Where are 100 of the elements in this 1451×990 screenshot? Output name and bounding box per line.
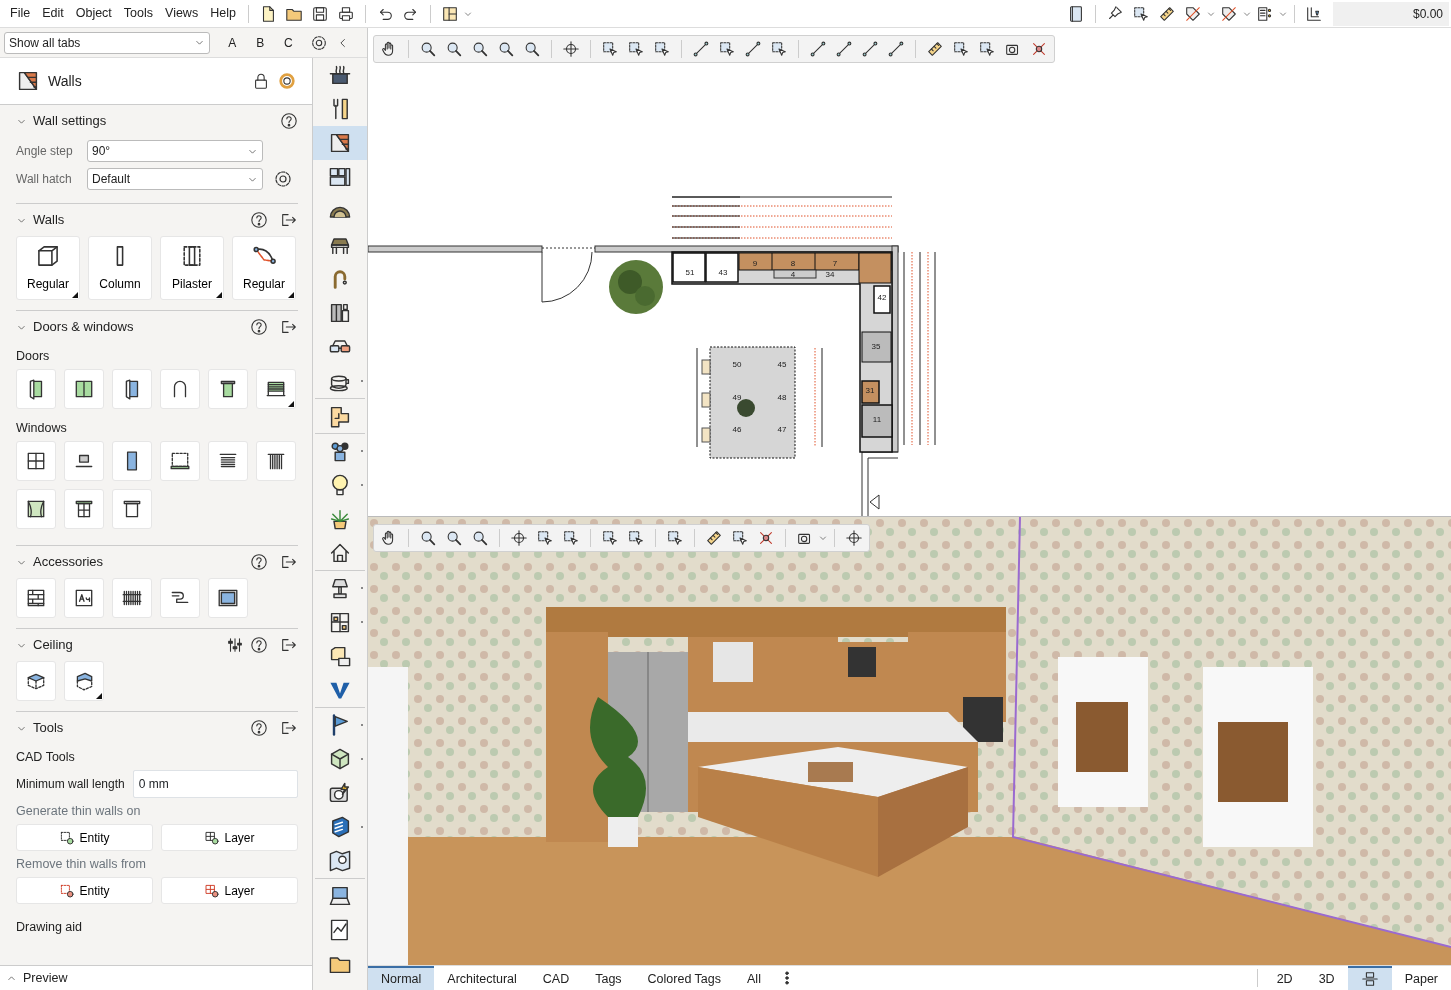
zoom-icon[interactable] xyxy=(471,529,489,547)
arch-button[interactable] xyxy=(160,369,200,409)
line-icon[interactable] xyxy=(887,40,905,58)
selection-icon[interactable] xyxy=(601,529,619,547)
zoom-icon[interactable] xyxy=(445,40,463,58)
wall-tool-button[interactable]: Regular xyxy=(16,236,80,300)
menu-item[interactable]: Tools xyxy=(117,4,160,23)
export-icon[interactable] xyxy=(280,318,298,336)
text-button[interactable] xyxy=(64,578,104,618)
text-input[interactable]: 0 mm xyxy=(132,770,298,798)
section-title[interactable]: Doors & windows xyxy=(33,317,244,337)
list-icon[interactable] xyxy=(1256,4,1274,23)
sliders-icon[interactable] xyxy=(226,636,244,654)
brick-grid-button[interactable] xyxy=(16,578,56,618)
vertical-blind-button[interactable] xyxy=(256,441,296,481)
view-mode-tab[interactable]: 2D xyxy=(1263,965,1306,990)
zoom-icon[interactable] xyxy=(419,40,437,58)
picture-button[interactable] xyxy=(208,578,248,618)
garage-door-button[interactable] xyxy=(256,369,296,409)
picture-window-button[interactable] xyxy=(64,441,104,481)
layout-icon[interactable] xyxy=(440,4,459,23)
menu-item[interactable]: Help xyxy=(204,4,242,23)
blind-button[interactable] xyxy=(208,441,248,481)
zoom-icon[interactable] xyxy=(445,529,463,547)
ruler-icon[interactable] xyxy=(1158,4,1176,23)
export-icon[interactable] xyxy=(280,636,298,654)
tag-icon[interactable] xyxy=(1184,4,1202,23)
view-tab[interactable]: Tags xyxy=(582,965,635,990)
ruler-icon[interactable] xyxy=(926,40,944,58)
lock-icon[interactable] xyxy=(252,72,270,90)
filter-button[interactable]: B xyxy=(246,33,275,52)
selection-icon[interactable] xyxy=(653,40,671,58)
help-icon[interactable] xyxy=(250,719,268,737)
bay-window-button[interactable] xyxy=(160,441,200,481)
section-marker-icon[interactable] xyxy=(869,494,880,510)
crosshair-icon[interactable] xyxy=(845,529,863,547)
settings-icon[interactable] xyxy=(309,33,328,52)
view-tab[interactable]: CAD xyxy=(529,965,583,990)
menu-item[interactable]: File xyxy=(4,4,37,23)
view-tab[interactable]: Normal xyxy=(368,965,435,990)
frame-button[interactable] xyxy=(112,489,152,529)
color-ring-icon[interactable] xyxy=(278,72,296,90)
view-tab[interactable]: Colored Tags xyxy=(634,965,735,990)
preview-toggle[interactable]: Preview xyxy=(23,968,68,988)
cross-icon[interactable] xyxy=(757,529,775,547)
export-icon[interactable] xyxy=(280,553,298,571)
double-door-button[interactable] xyxy=(64,369,104,409)
line-icon[interactable] xyxy=(861,40,879,58)
selection-icon[interactable] xyxy=(666,529,684,547)
view-tab[interactable]: Architectural xyxy=(434,965,530,990)
glass-door-button[interactable] xyxy=(112,369,152,409)
settings-icon[interactable] xyxy=(273,169,293,189)
export-icon[interactable] xyxy=(280,719,298,737)
selection-icon[interactable] xyxy=(627,40,645,58)
help-icon[interactable] xyxy=(250,211,268,229)
ceiling-button[interactable] xyxy=(16,661,56,701)
selection-icon[interactable] xyxy=(627,529,645,547)
framed-door-button[interactable] xyxy=(208,369,248,409)
selection-icon[interactable] xyxy=(562,529,580,547)
dropdown-field[interactable]: Default xyxy=(87,168,263,190)
cross-icon[interactable] xyxy=(1030,40,1048,58)
zoom-icon[interactable] xyxy=(419,529,437,547)
view-mode-tab[interactable]: Paper xyxy=(1391,965,1451,990)
zoom-icon[interactable] xyxy=(497,40,515,58)
glass-panel-button[interactable] xyxy=(112,441,152,481)
filter-button[interactable]: A xyxy=(218,33,247,52)
help-icon[interactable] xyxy=(250,636,268,654)
layer-button[interactable]: Layer xyxy=(161,877,298,904)
filter-button[interactable]: C xyxy=(274,33,303,52)
menu-item[interactable]: Object xyxy=(69,4,118,23)
section-title[interactable]: Tools xyxy=(33,718,244,738)
selection-icon[interactable] xyxy=(731,529,749,547)
line-icon[interactable] xyxy=(744,40,762,58)
entity-button[interactable]: Entity xyxy=(16,877,153,904)
layer-button[interactable]: Layer xyxy=(161,824,298,851)
flask-icon[interactable] xyxy=(1305,4,1323,23)
wall-tool-button[interactable]: Pilaster xyxy=(160,236,224,300)
entity-button[interactable]: Entity xyxy=(16,824,153,851)
line-icon[interactable] xyxy=(692,40,710,58)
split-view-tab[interactable] xyxy=(1347,965,1392,990)
zoom-icon[interactable] xyxy=(523,40,541,58)
tab-filter-dropdown[interactable]: Show all tabs xyxy=(4,31,211,54)
selection-icon[interactable] xyxy=(718,40,736,58)
view-tab[interactable]: All xyxy=(734,965,774,990)
menu-item[interactable]: Views xyxy=(159,4,205,23)
section-title[interactable]: Accessories xyxy=(33,552,244,572)
selection-icon[interactable] xyxy=(536,529,554,547)
printer-icon[interactable] xyxy=(336,4,355,23)
crosshair-icon[interactable] xyxy=(510,529,528,547)
selection-icon[interactable] xyxy=(1132,4,1150,23)
zoom-icon[interactable] xyxy=(471,40,489,58)
line-icon[interactable] xyxy=(809,40,827,58)
dropdown-field[interactable]: 90° xyxy=(87,140,263,162)
export-icon[interactable] xyxy=(280,211,298,229)
pipe-button[interactable] xyxy=(160,578,200,618)
book-icon[interactable] xyxy=(1067,4,1085,23)
sidebar-tab[interactable] xyxy=(313,126,367,160)
line-icon[interactable] xyxy=(835,40,853,58)
selection-icon[interactable] xyxy=(952,40,970,58)
help-icon[interactable] xyxy=(250,553,268,571)
